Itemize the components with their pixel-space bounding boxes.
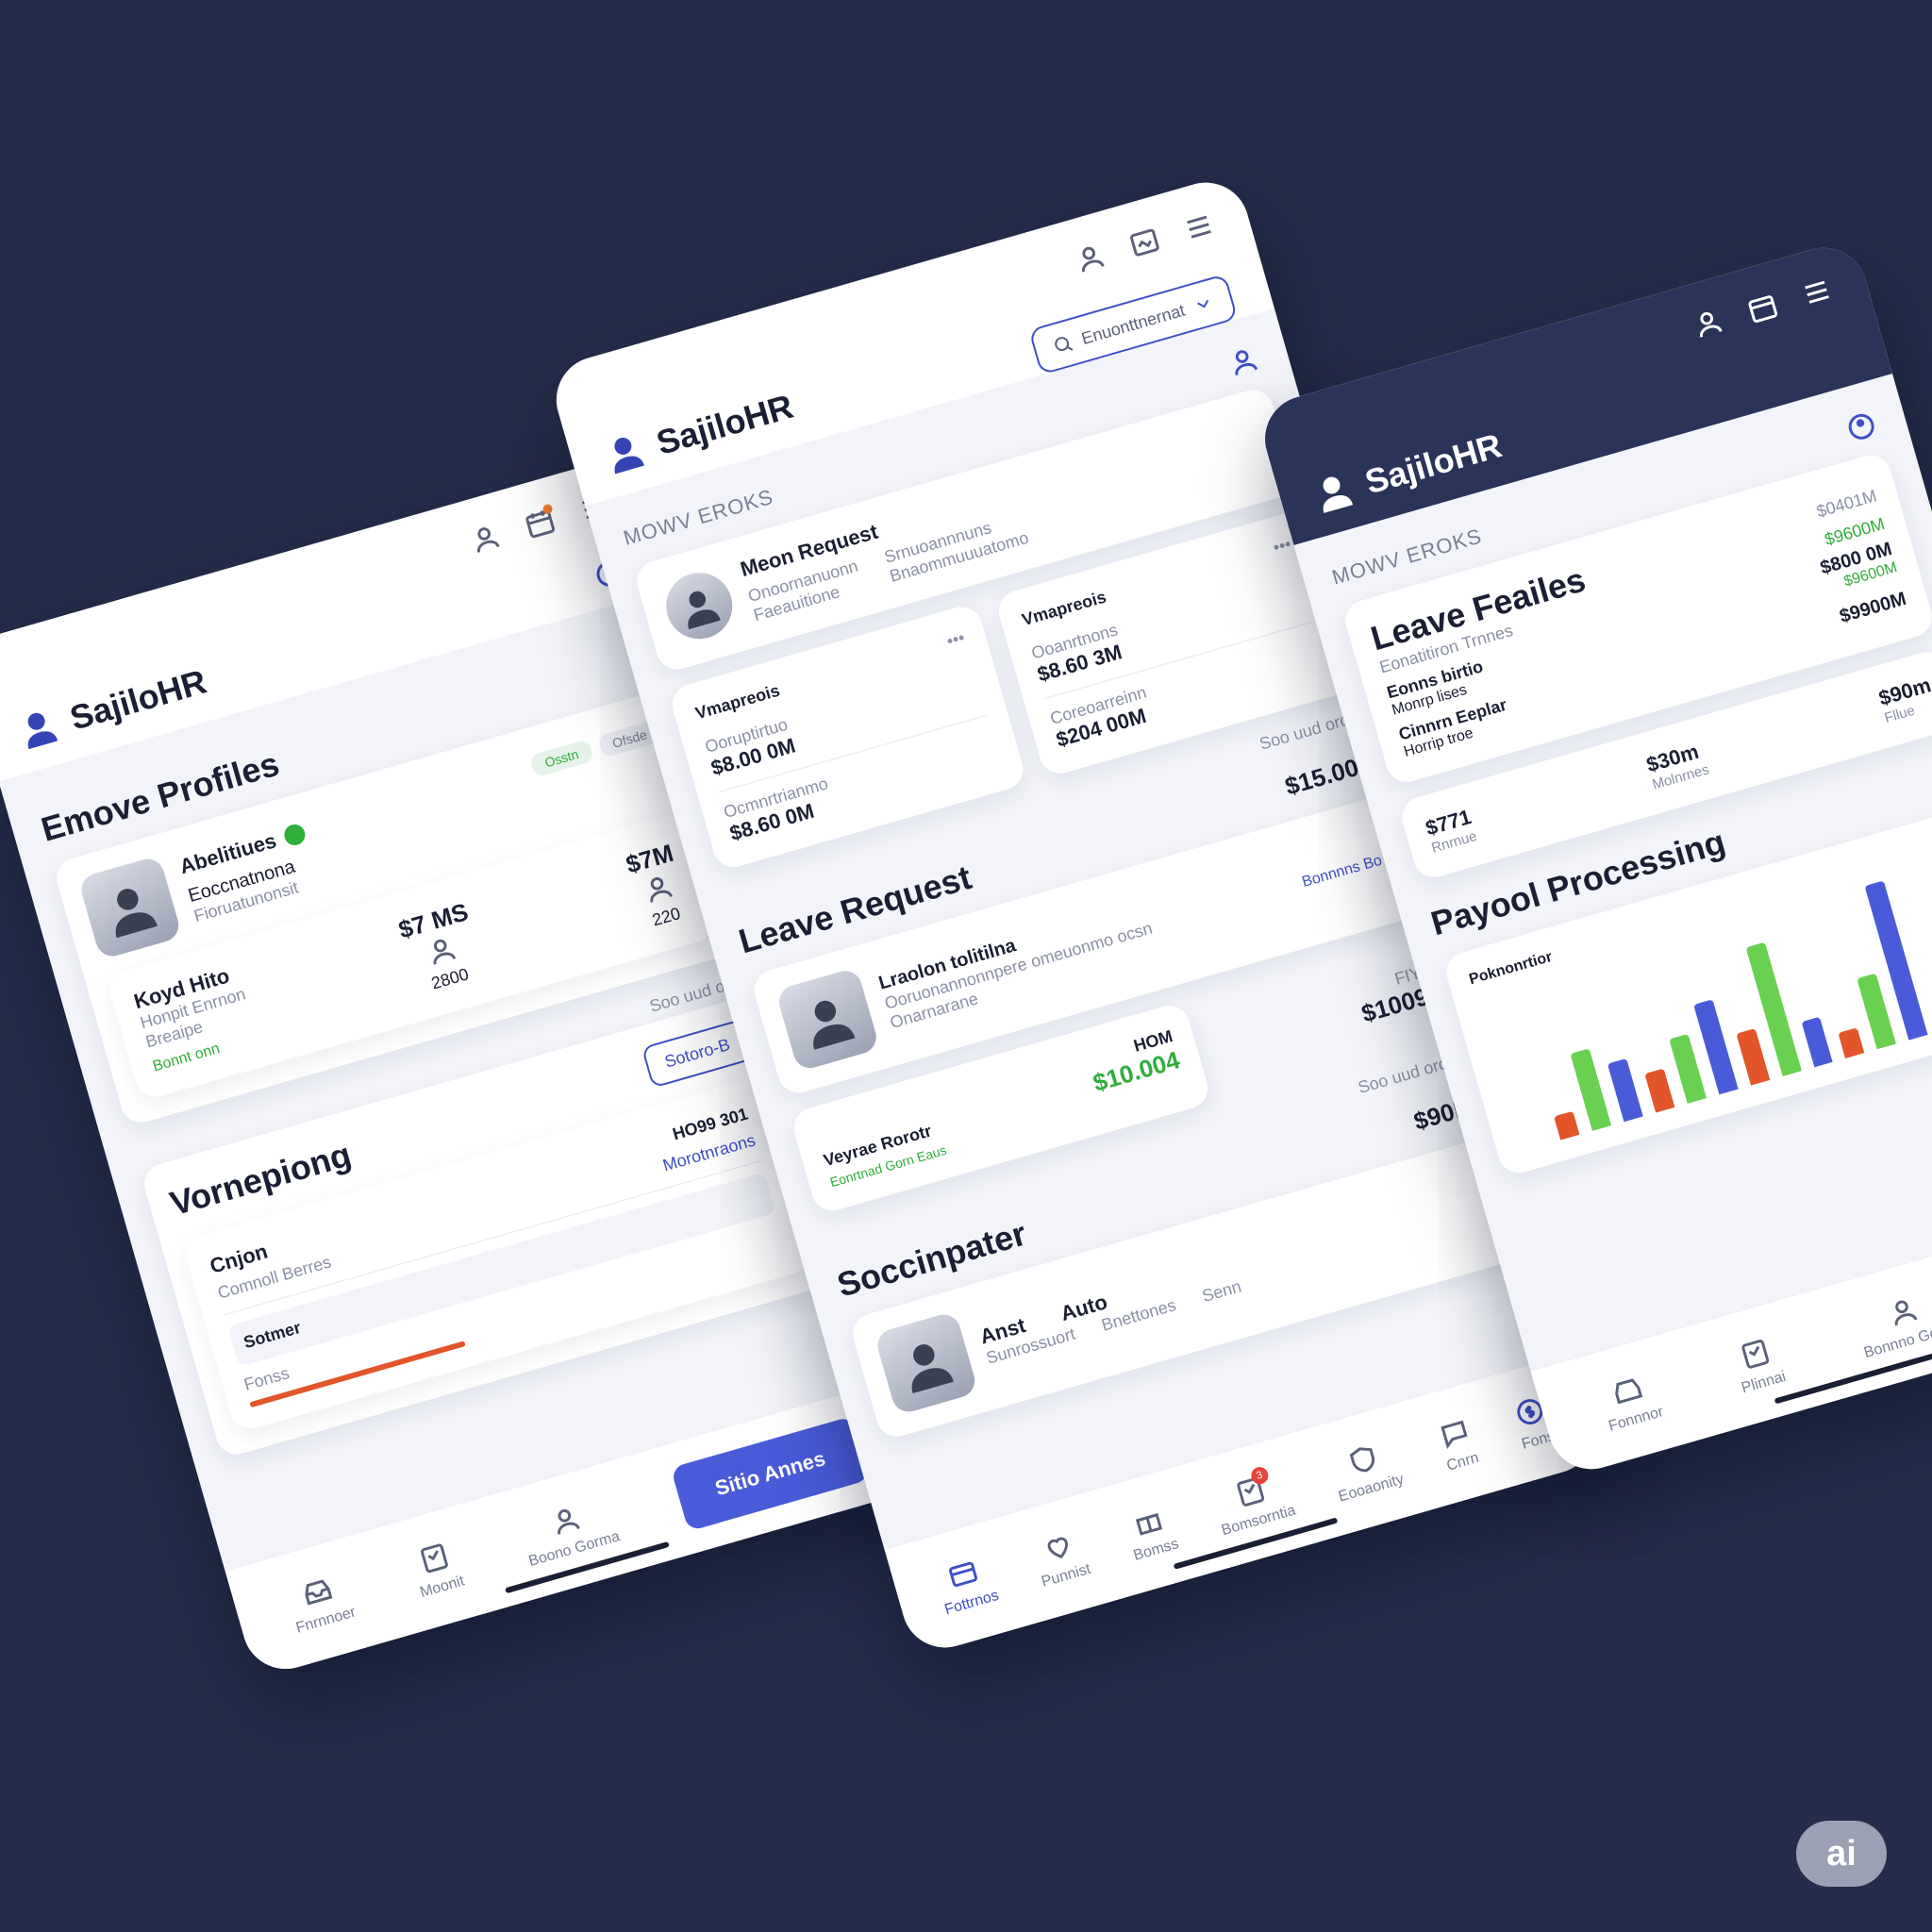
user-icon[interactable]: [466, 519, 506, 558]
nav-label: Cnrn: [1444, 1449, 1481, 1474]
brand-logo-icon: [27, 712, 58, 750]
nav-item-home[interactable]: Fnrnnoer: [284, 1568, 358, 1638]
nav-item-tasks[interactable]: Moonit: [408, 1537, 466, 1602]
nav-item-bonus-alt[interactable]: 3 Bomsorntia: [1209, 1464, 1298, 1540]
chart-bar: [1857, 973, 1897, 1050]
chart-bar: [1570, 1048, 1611, 1131]
avatar: [874, 1310, 979, 1416]
more-icon[interactable]: •••: [1271, 534, 1293, 558]
person-icon: [1884, 1291, 1924, 1331]
stat-item[interactable]: $771 Rnrnue: [1423, 805, 1478, 857]
refresh-icon[interactable]: [1841, 407, 1881, 446]
search-icon: [1050, 332, 1075, 358]
heart-icon: [1038, 1527, 1077, 1567]
inbox-icon: [298, 1572, 338, 1611]
more-icon[interactable]: •••: [944, 627, 967, 651]
chat-icon: [1435, 1413, 1474, 1453]
nav-label: Fnrnnoer: [293, 1603, 358, 1637]
value: $0401M: [1814, 485, 1879, 521]
nav-label: Eooaonity: [1336, 1471, 1406, 1506]
card-icon: [943, 1554, 983, 1593]
inbox-icon: [1607, 1371, 1647, 1410]
gift-icon: [1128, 1501, 1168, 1541]
calendar-icon[interactable]: [1742, 288, 1782, 327]
chart-bar: [1736, 1028, 1770, 1086]
stat-item[interactable]: $90m Fllue: [1876, 673, 1932, 726]
chart-bar: [1644, 1068, 1675, 1113]
nav-item-profile[interactable]: Bonnno Gorna: [1852, 1282, 1932, 1361]
nav-item-economy[interactable]: Eooaonity: [1326, 1435, 1406, 1506]
stat-item[interactable]: $30m Molnrnes: [1643, 738, 1710, 793]
user-icon[interactable]: [1689, 304, 1728, 343]
nav-item-chat[interactable]: Cnrn: [1434, 1413, 1481, 1474]
chart-bar: [1838, 1027, 1865, 1058]
menu-icon[interactable]: [1797, 273, 1837, 312]
calendar-icon[interactable]: [520, 503, 559, 542]
nav-item-plan[interactable]: Plinnai: [1729, 1332, 1788, 1397]
nav-item-home[interactable]: Fonnnor: [1596, 1367, 1665, 1435]
nav-item-bonus[interactable]: Bomss: [1122, 1499, 1181, 1564]
nav-item-features[interactable]: Fottrnos: [932, 1551, 1000, 1619]
tasks-icon: 3: [1230, 1464, 1271, 1511]
leave-link[interactable]: Bonnnns Bo: [1300, 853, 1384, 891]
brand-logo-icon: [1323, 476, 1354, 513]
chart-bar: [1554, 1110, 1580, 1141]
avatar: [77, 855, 183, 960]
card-title: Vmapreois: [692, 680, 782, 724]
chevron-down-icon: [1191, 291, 1216, 317]
count-a: 2800: [429, 964, 472, 993]
tasks-icon: [414, 1538, 454, 1577]
brand-logo-icon: [614, 437, 644, 475]
image-icon[interactable]: [1124, 223, 1164, 262]
nav-item-favorites[interactable]: Punnist: [1029, 1524, 1092, 1591]
person-icon: [1224, 341, 1263, 381]
chart-bar: [1669, 1033, 1707, 1104]
value: $9900M: [1837, 588, 1909, 627]
avatar: [658, 564, 741, 647]
person-icon: [422, 931, 461, 971]
chart-bar: [1801, 1016, 1834, 1068]
shield-icon: [1343, 1440, 1383, 1479]
menu-icon[interactable]: [1179, 208, 1219, 247]
person-icon: [639, 869, 678, 908]
tasks-icon: [1736, 1334, 1775, 1374]
card-title: Vmapreois: [1019, 587, 1108, 630]
user-icon[interactable]: [1071, 239, 1110, 278]
chart-bar: [1607, 1058, 1643, 1123]
person-icon: [546, 1500, 586, 1540]
avatar: [774, 967, 880, 1073]
primary-cta-button[interactable]: Sitio Annes: [670, 1415, 871, 1531]
ai-watermark: ai: [1796, 1821, 1887, 1887]
verified-icon: [281, 822, 308, 848]
